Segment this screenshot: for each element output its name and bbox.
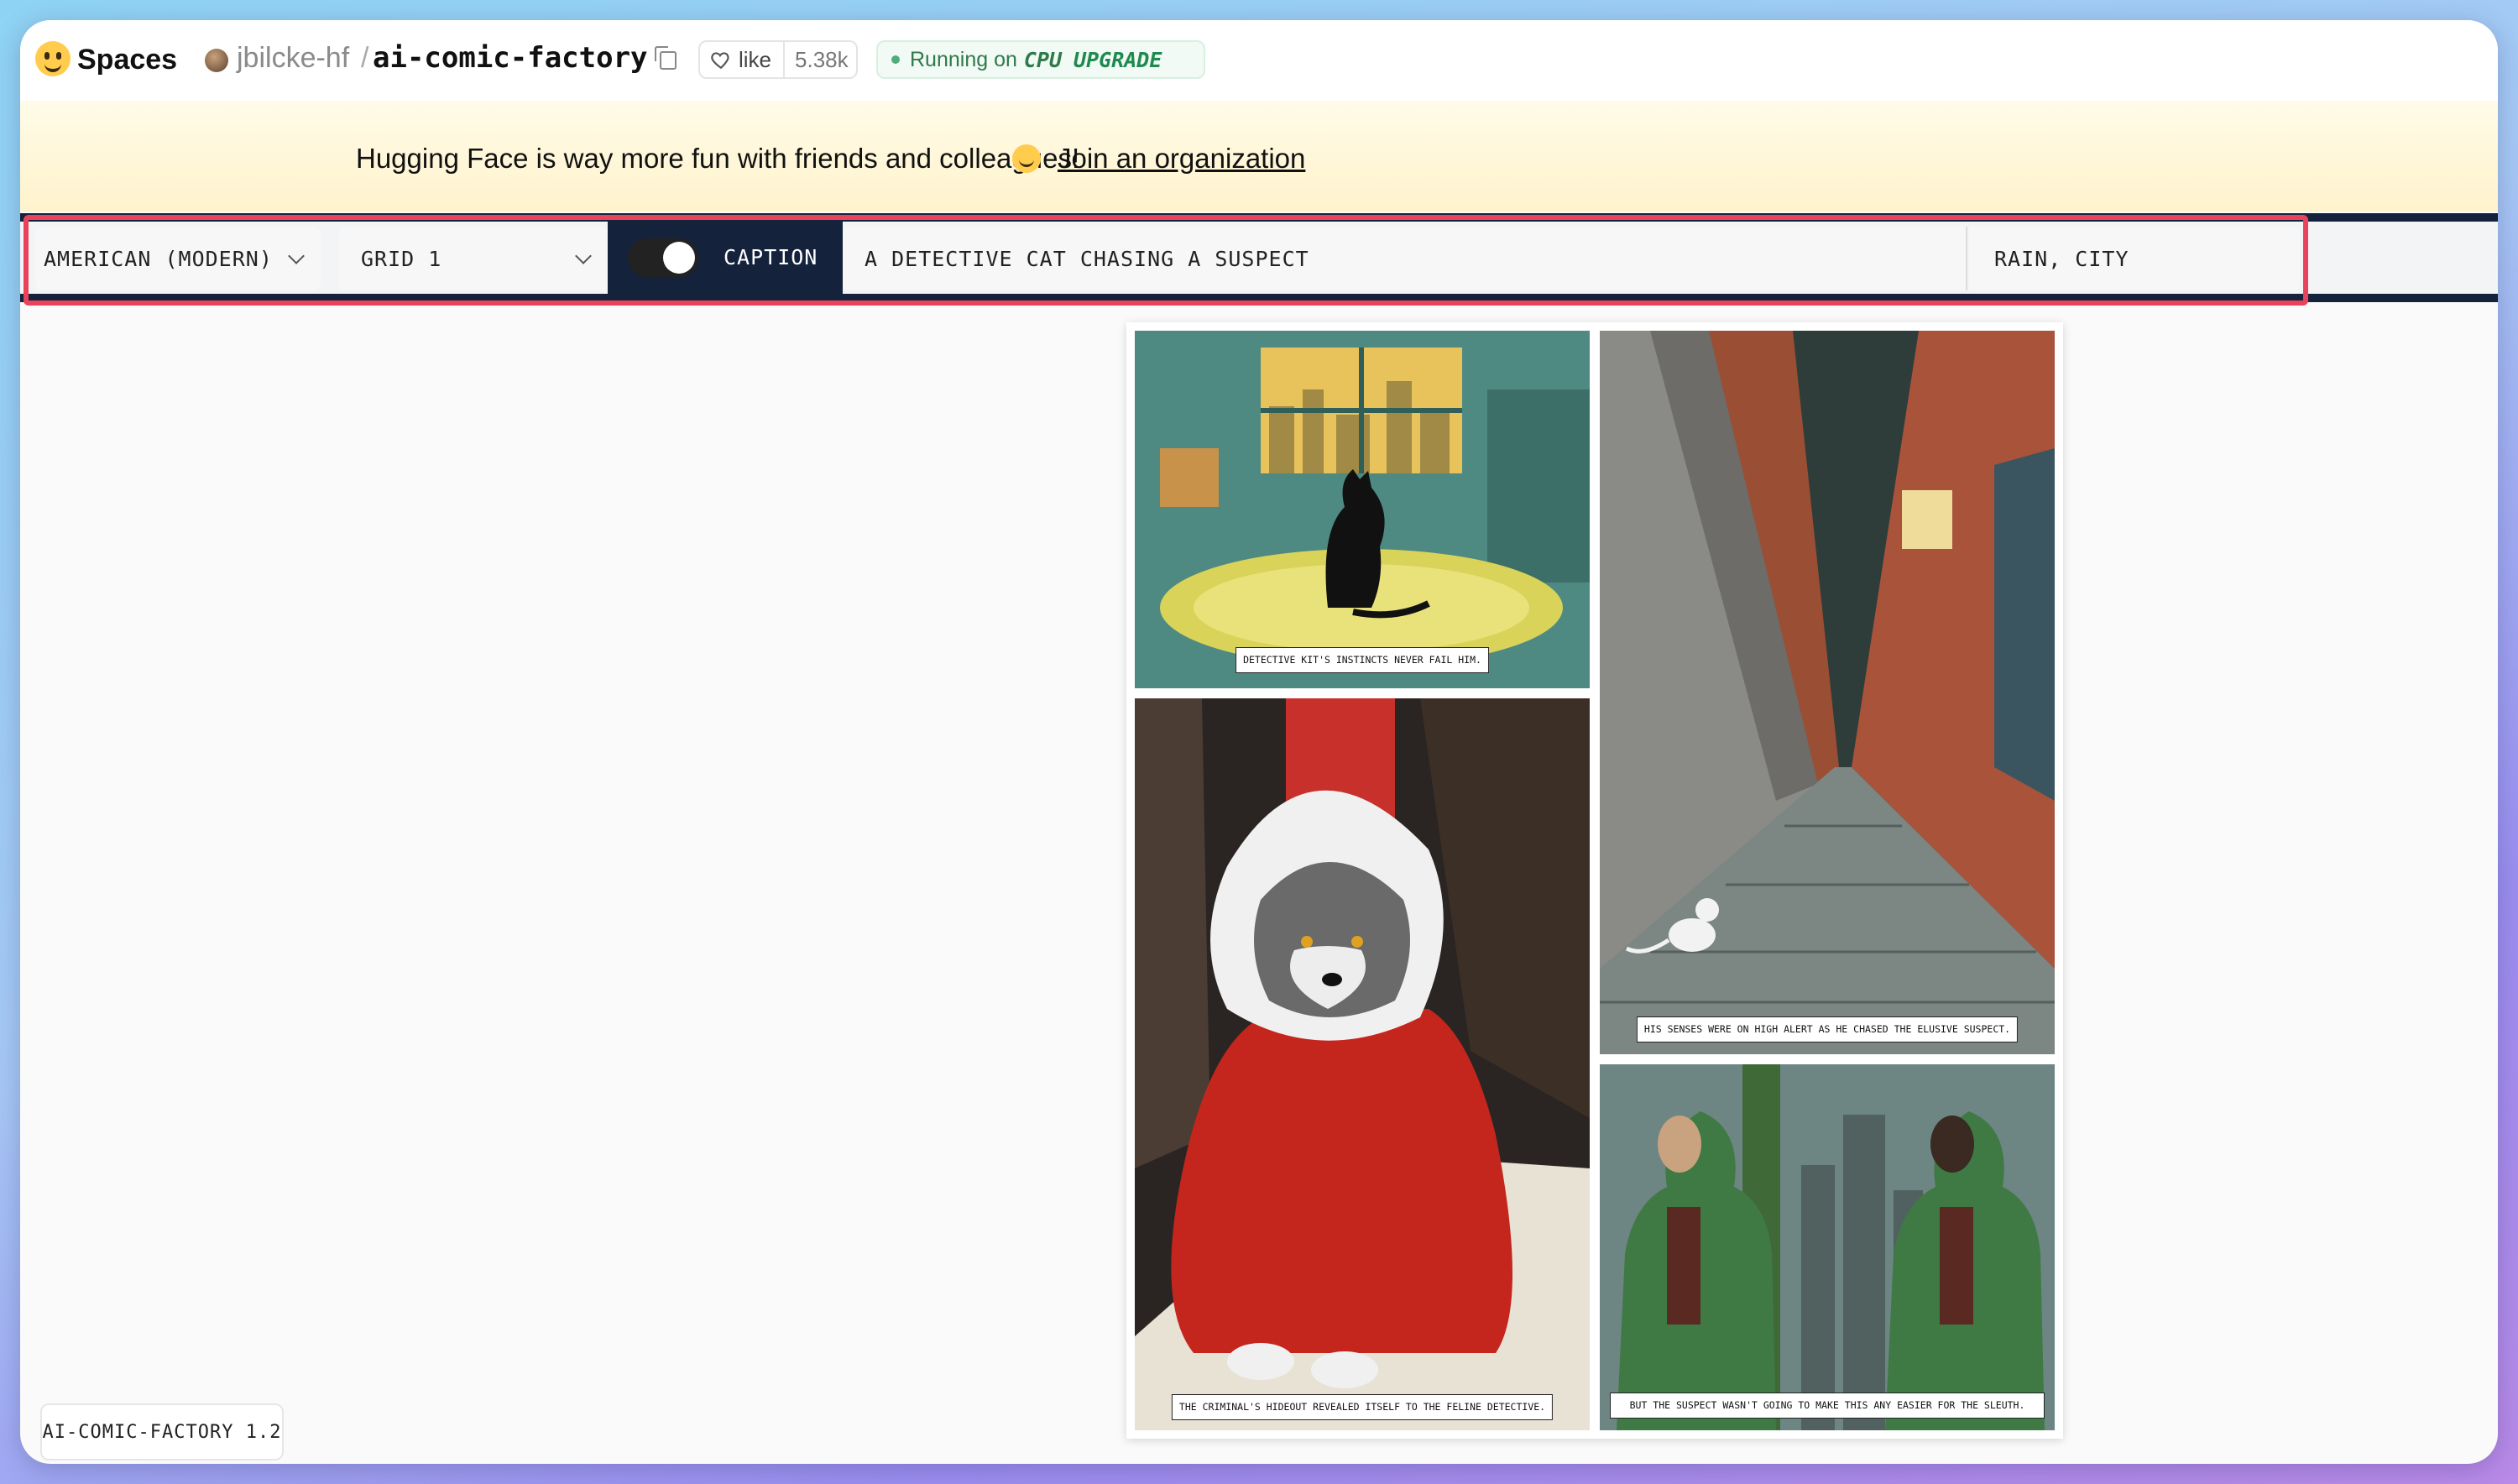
copy-icon[interactable] [655, 46, 677, 70]
panel-image-hooded-dog [1135, 698, 1590, 1430]
style-select-value: American (modern) [44, 246, 273, 271]
upgrade-link[interactable]: UPGRADE [1074, 48, 1162, 72]
version-badge: AI-COMIC-FACTORY 1.2 [40, 1403, 284, 1460]
panel-image-cat-office [1135, 331, 1590, 688]
hugging-face-emoji-icon [1012, 144, 1041, 173]
comic-panel[interactable]: But the suspect wasn't going to make thi… [1600, 1064, 2055, 1430]
status-hardware: CPU [1023, 47, 1063, 72]
spaces-link[interactable]: Spaces [77, 44, 177, 76]
heart-icon [711, 52, 729, 70]
hugging-face-logo-icon[interactable] [35, 41, 71, 76]
promo-banner: Hugging Face is way more fun with friend… [20, 101, 2498, 212]
story-prompt-value: A detective cat chasing a suspect [865, 246, 1309, 271]
status-dot-icon [891, 55, 900, 64]
comic-panel[interactable]: Detective Kit's instincts never fail him… [1135, 331, 1590, 688]
user-avatar[interactable] [205, 49, 228, 72]
status-badge[interactable]: Running on CPU UPGRADE [876, 40, 1205, 79]
layout-select-value: Grid 1 [361, 246, 442, 271]
path-separator: / [361, 42, 369, 74]
top-header: Spaces jbilcke-hf / ai-comic-factory lik… [20, 20, 2498, 102]
like-label: like [739, 46, 772, 72]
layout-select[interactable]: Grid 1 [339, 227, 608, 290]
tags-value: Rain, city [1994, 246, 2129, 271]
caption-label: Caption [724, 245, 818, 269]
tags-input[interactable]: Rain, city [1969, 227, 2300, 290]
toggle-knob [663, 242, 695, 274]
app-window: Spaces jbilcke-hf / ai-comic-factory lik… [20, 20, 2498, 1464]
like-count[interactable]: 5.38k [783, 41, 849, 78]
status-prefix: Running on [910, 47, 1017, 71]
panel-caption: The criminal's hideout revealed itself t… [1171, 1393, 1554, 1420]
story-prompt-input[interactable]: A detective cat chasing a suspect [843, 227, 1967, 290]
panel-caption: His senses were on high alert as he chas… [1636, 1016, 2019, 1042]
panel-caption: But the suspect wasn't going to make thi… [1610, 1392, 2045, 1419]
comic-panel[interactable]: His senses were on high alert as he chas… [1600, 331, 2055, 1054]
chevron-down-icon [288, 248, 305, 264]
repo-name-link[interactable]: ai-comic-factory [373, 41, 648, 75]
caption-toggle[interactable] [628, 238, 698, 277]
chevron-down-icon [575, 248, 592, 264]
panel-image-alley [1600, 331, 2055, 1054]
banner-text: Hugging Face is way more fun with friend… [356, 143, 1080, 174]
owner-link[interactable]: jbilcke-hf [237, 42, 349, 75]
join-organization-link[interactable]: Join an organization [1058, 143, 1305, 175]
panel-caption: Detective Kit's instincts never fail him… [1235, 646, 1489, 673]
like-button[interactable]: like 5.38k [698, 40, 858, 79]
comic-panel[interactable]: The criminal's hideout revealed itself t… [1135, 698, 1590, 1430]
comic-page: Detective Kit's instincts never fail him… [1126, 322, 2063, 1439]
version-label: AI-COMIC-FACTORY 1.2 [42, 1421, 282, 1443]
panel-image-hooded-figures [1600, 1064, 2055, 1430]
style-select[interactable]: American (modern) [35, 227, 321, 290]
